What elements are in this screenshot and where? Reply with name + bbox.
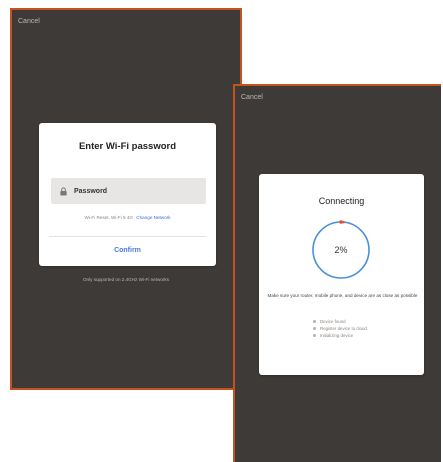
step-item: Register device to cloud <box>313 325 367 332</box>
dialog-title: Enter Wi-Fi password <box>78 141 177 152</box>
connection-steps: Device found Register device to cloud In… <box>313 318 367 339</box>
password-input[interactable]: Password <box>51 178 206 204</box>
bullet-icon <box>313 327 316 330</box>
cancel-button[interactable]: Cancel <box>18 18 40 25</box>
connecting-screen: Cancel Connecting 2% Make sure your rout… <box>233 84 441 462</box>
progress-percentage: 2% <box>334 245 348 255</box>
change-network-link[interactable]: Change Network <box>136 215 170 220</box>
step-label: Register device to cloud <box>320 326 367 331</box>
dialog-divider <box>49 236 206 237</box>
bullet-icon <box>313 334 316 337</box>
lock-icon <box>60 186 67 196</box>
proximity-hint: Make sure your router, mobile phone, and… <box>267 293 418 298</box>
step-item: Initializing device <box>313 332 367 339</box>
connecting-dialog: Connecting 2% Make sure your router, mob… <box>259 174 424 375</box>
confirm-button[interactable]: Confirm <box>39 243 216 259</box>
step-label: Device found <box>320 319 346 324</box>
step-label: Initializing device <box>320 333 354 338</box>
password-placeholder: Password <box>74 187 108 195</box>
dialog-title: Connecting <box>318 196 365 206</box>
wifi-password-screen: Cancel Enter Wi-Fi password Password Wi-… <box>10 8 242 390</box>
bullet-icon <box>313 320 316 323</box>
cancel-button[interactable]: Cancel <box>241 94 263 101</box>
support-note: Only supported on 2.4GHz Wi-Fi networks <box>82 277 170 282</box>
wifi-password-dialog: Enter Wi-Fi password Password Wi-Fi Rese… <box>39 123 216 266</box>
step-item: Device found <box>313 318 367 325</box>
network-info-row: Wi-Fi Reset, Wi-Fi 5 4G Change Network <box>39 215 216 220</box>
network-info: Wi-Fi Reset, Wi-Fi 5 4G <box>84 215 134 220</box>
